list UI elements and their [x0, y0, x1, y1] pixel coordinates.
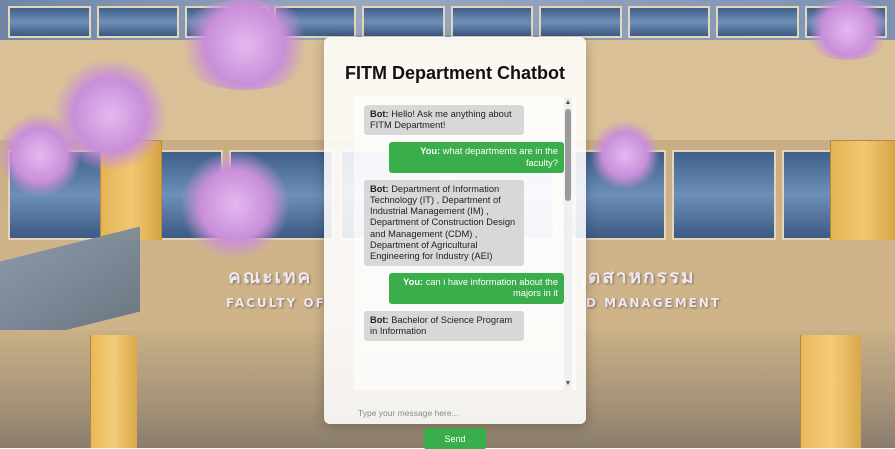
message-list-content: Bot: Hello! Ask me anything about FITM D… [354, 97, 564, 348]
message-list[interactable]: Bot: Hello! Ask me anything about FITM D… [354, 97, 576, 390]
speaker-label: You: [403, 277, 424, 288]
message-text: Department of Information Technology (IT… [370, 183, 516, 262]
chatbot-window: FITM Department Chatbot Bot: Hello! Ask … [324, 37, 586, 449]
user-message: You: what departments are in the faculty… [389, 142, 564, 173]
speaker-label: Bot: [370, 314, 389, 325]
blossom-cluster [590, 120, 660, 190]
message-scrollbar[interactable]: ▲ ▼ [564, 97, 572, 390]
pillar [800, 335, 861, 448]
message-text: can i have information about the majors … [425, 277, 558, 299]
speaker-label: You: [420, 146, 441, 157]
message-text: what departments are in the faculty? [442, 146, 558, 168]
pillar [90, 335, 137, 448]
message-text: Hello! Ask me anything about FITM Depart… [370, 109, 512, 131]
speaker-label: Bot: [370, 183, 389, 194]
scroll-up-arrow-icon[interactable]: ▲ [564, 99, 572, 107]
bot-message: Bot: Department of Information Technolog… [364, 179, 524, 267]
blossom-cluster [800, 0, 895, 60]
scroll-down-arrow-icon[interactable]: ▼ [564, 380, 572, 388]
window-row-top [0, 6, 895, 38]
sign-english-right: D MANAGEMENT [586, 296, 722, 310]
blossom-cluster [170, 0, 320, 90]
blossom-cluster [0, 110, 80, 200]
message-input[interactable] [356, 402, 558, 424]
bot-message: Bot: Bachelor of Science Program in Info… [364, 310, 524, 342]
chat-title: FITM Department Chatbot [345, 63, 565, 83]
user-message: You: can i have information about the ma… [389, 273, 564, 304]
send-button[interactable]: Send [424, 428, 486, 449]
sign-english-left: FACULTY OF [226, 296, 326, 310]
pillar [830, 140, 895, 252]
message-text: Bachelor of Science Program in Informati… [370, 314, 513, 336]
scrollbar-thumb[interactable] [565, 109, 571, 201]
bot-message: Bot: Hello! Ask me anything about FITM D… [364, 105, 524, 136]
sign-thai-right: ุตสาหกรรม [586, 266, 696, 288]
blossom-cluster [180, 150, 290, 260]
speaker-label: Bot: [370, 109, 389, 119]
sign-thai-left: คณะเทค [228, 266, 313, 288]
